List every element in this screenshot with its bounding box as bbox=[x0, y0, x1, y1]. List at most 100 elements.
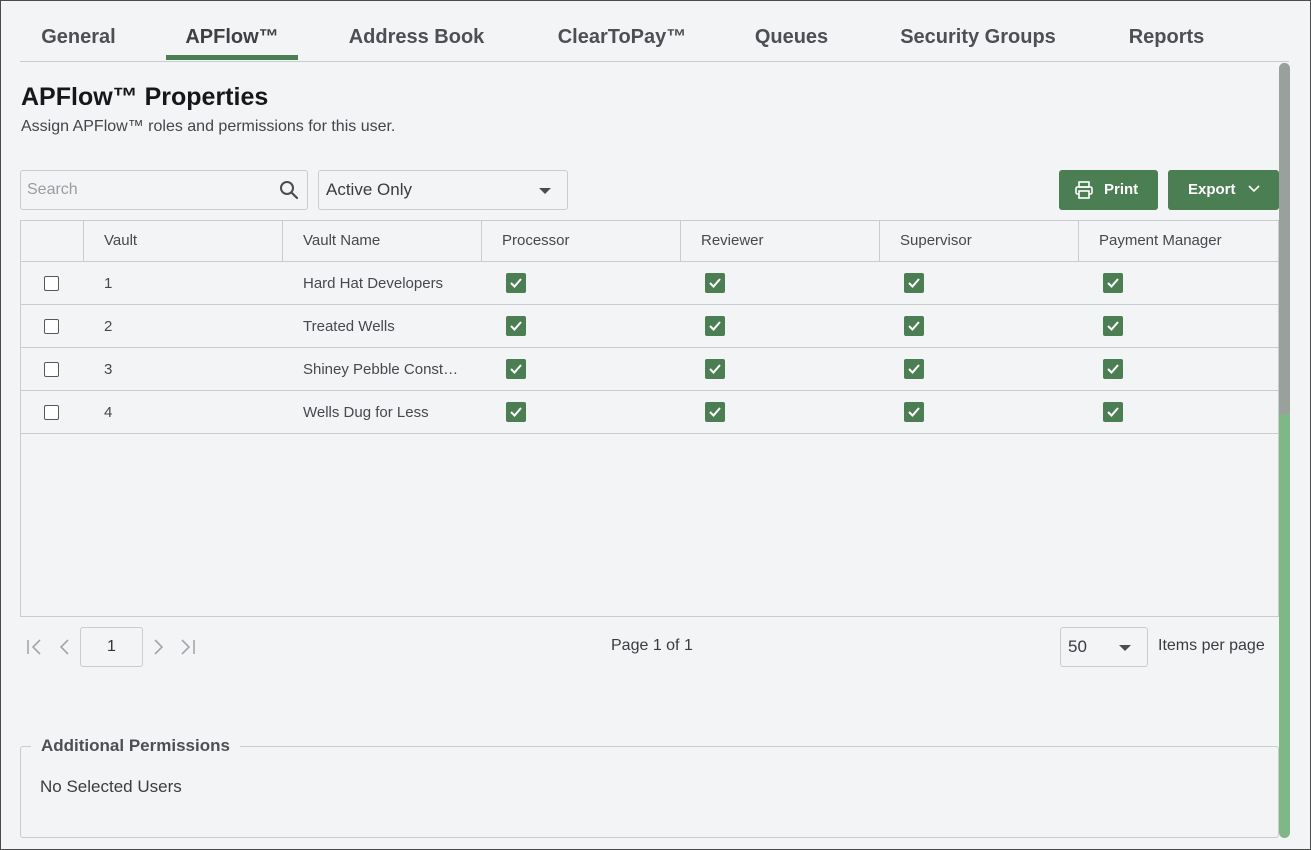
payment-manager-checkbox[interactable] bbox=[1103, 273, 1123, 293]
caret-down-icon bbox=[539, 188, 551, 194]
page-number-input[interactable]: 1 bbox=[80, 627, 143, 667]
vault-name-cell: Wells Dug for Less bbox=[303, 403, 429, 421]
caret-down-icon bbox=[1119, 645, 1131, 651]
checkmark-icon bbox=[510, 364, 522, 374]
page-info: Page 1 of 1 bbox=[611, 637, 693, 654]
checkmark-icon bbox=[709, 321, 721, 331]
vault-cell: 3 bbox=[104, 360, 113, 378]
vault-name-cell: Treated Wells bbox=[303, 317, 395, 335]
items-per-page-select[interactable]: 50 bbox=[1060, 627, 1148, 667]
row-select-checkbox[interactable] bbox=[44, 361, 59, 377]
vault-permissions-table: Vault Vault Name Processor Reviewer Supe… bbox=[20, 220, 1279, 617]
checkmark-icon bbox=[709, 364, 721, 374]
chevron-left-icon[interactable] bbox=[55, 637, 75, 657]
column-header-label: Payment Manager bbox=[1099, 232, 1222, 249]
items-per-page-value: 50 bbox=[1068, 637, 1087, 656]
chevron-down-icon bbox=[1248, 185, 1260, 193]
table-row: 4 Wells Dug for Less bbox=[21, 391, 1278, 434]
page-title: APFlow™ Properties bbox=[21, 83, 269, 111]
reviewer-checkbox[interactable] bbox=[705, 402, 725, 422]
reviewer-checkbox[interactable] bbox=[705, 359, 725, 379]
checkmark-icon bbox=[908, 321, 920, 331]
reviewer-checkbox[interactable] bbox=[705, 273, 725, 293]
checkmark-icon bbox=[709, 407, 721, 417]
checkmark-icon bbox=[709, 278, 721, 288]
table-row: 1 Hard Hat Developers bbox=[21, 262, 1278, 305]
tab-bar: General APFlow™ Address Book ClearToPay™… bbox=[20, 15, 1289, 62]
column-header-supervisor[interactable]: Supervisor bbox=[880, 221, 1079, 261]
checkmark-icon bbox=[1107, 321, 1119, 331]
export-button[interactable]: Export bbox=[1168, 170, 1279, 210]
vault-name-cell: Shiney Pebble Const… bbox=[303, 360, 459, 378]
tab-general[interactable]: General bbox=[20, 23, 137, 61]
tab-address-book[interactable]: Address Book bbox=[330, 23, 503, 61]
chevron-right-icon[interactable] bbox=[148, 637, 168, 657]
vault-cell: 4 bbox=[104, 403, 113, 421]
column-header-label: Reviewer bbox=[701, 232, 764, 249]
checkmark-icon bbox=[908, 278, 920, 288]
search-icon[interactable] bbox=[279, 180, 299, 200]
processor-checkbox[interactable] bbox=[506, 273, 526, 293]
row-select-cell bbox=[44, 348, 59, 390]
tab-reports[interactable]: Reports bbox=[1110, 23, 1223, 61]
tab-cleartopay[interactable]: ClearToPay™ bbox=[542, 23, 702, 61]
supervisor-checkbox[interactable] bbox=[904, 316, 924, 336]
row-select-checkbox[interactable] bbox=[44, 275, 59, 291]
column-header-processor[interactable]: Processor bbox=[482, 221, 681, 261]
active-tab-indicator bbox=[166, 55, 298, 60]
no-selected-users-text: No Selected Users bbox=[40, 777, 182, 796]
row-select-cell bbox=[44, 305, 59, 347]
page-subtitle: Assign APFlow™ roles and permissions for… bbox=[21, 118, 396, 135]
supervisor-checkbox[interactable] bbox=[904, 359, 924, 379]
select-column-header bbox=[21, 221, 84, 261]
reviewer-checkbox[interactable] bbox=[705, 316, 725, 336]
checkmark-icon bbox=[510, 278, 522, 288]
supervisor-checkbox[interactable] bbox=[904, 273, 924, 293]
checkmark-icon bbox=[510, 321, 522, 331]
table-row: 3 Shiney Pebble Const… bbox=[21, 348, 1278, 391]
row-select-cell bbox=[44, 262, 59, 304]
vault-name-cell: Hard Hat Developers bbox=[303, 274, 444, 292]
status-filter-select[interactable]: Active Only bbox=[318, 170, 568, 210]
payment-manager-checkbox[interactable] bbox=[1103, 402, 1123, 422]
items-per-page-label: Items per page bbox=[1158, 637, 1265, 654]
vault-cell: 1 bbox=[104, 274, 113, 292]
column-header-reviewer[interactable]: Reviewer bbox=[681, 221, 880, 261]
processor-checkbox[interactable] bbox=[506, 402, 526, 422]
export-button-label: Export bbox=[1188, 181, 1236, 198]
search-input[interactable] bbox=[27, 179, 267, 201]
column-header-vault[interactable]: Vault bbox=[84, 221, 283, 261]
row-select-checkbox[interactable] bbox=[44, 404, 59, 420]
processor-checkbox[interactable] bbox=[506, 359, 526, 379]
vault-cell: 2 bbox=[104, 317, 113, 335]
app-window: General APFlow™ Address Book ClearToPay™… bbox=[0, 0, 1311, 850]
row-select-checkbox[interactable] bbox=[44, 318, 59, 334]
printer-icon bbox=[1075, 181, 1093, 199]
checkmark-icon bbox=[908, 364, 920, 374]
column-header-label: Vault bbox=[104, 232, 138, 249]
table-header-row: Vault Vault Name Processor Reviewer Supe… bbox=[21, 221, 1278, 262]
first-page-icon[interactable] bbox=[25, 637, 45, 657]
additional-permissions-legend: Additional Permissions bbox=[31, 736, 240, 756]
column-header-payment-manager[interactable]: Payment Manager bbox=[1079, 221, 1278, 261]
tab-security-groups[interactable]: Security Groups bbox=[885, 23, 1071, 61]
column-header-label: Supervisor bbox=[900, 232, 972, 249]
status-filter-value: Active Only bbox=[326, 180, 412, 199]
payment-manager-checkbox[interactable] bbox=[1103, 316, 1123, 336]
checkmark-icon bbox=[1107, 364, 1119, 374]
last-page-icon[interactable] bbox=[177, 637, 197, 657]
checkmark-icon bbox=[1107, 407, 1119, 417]
print-button-label: Print bbox=[1104, 181, 1139, 198]
column-header-label: Vault Name bbox=[303, 232, 381, 249]
checkmark-icon bbox=[908, 407, 920, 417]
search-box bbox=[20, 170, 308, 210]
supervisor-checkbox[interactable] bbox=[904, 402, 924, 422]
scrollbar-thumb[interactable] bbox=[1279, 63, 1290, 415]
checkmark-icon bbox=[510, 407, 522, 417]
payment-manager-checkbox[interactable] bbox=[1103, 359, 1123, 379]
tab-queues[interactable]: Queues bbox=[736, 23, 847, 61]
processor-checkbox[interactable] bbox=[506, 316, 526, 336]
column-header-vault-name[interactable]: Vault Name bbox=[283, 221, 482, 261]
column-header-label: Processor bbox=[502, 232, 570, 249]
print-button[interactable]: Print bbox=[1059, 170, 1158, 210]
